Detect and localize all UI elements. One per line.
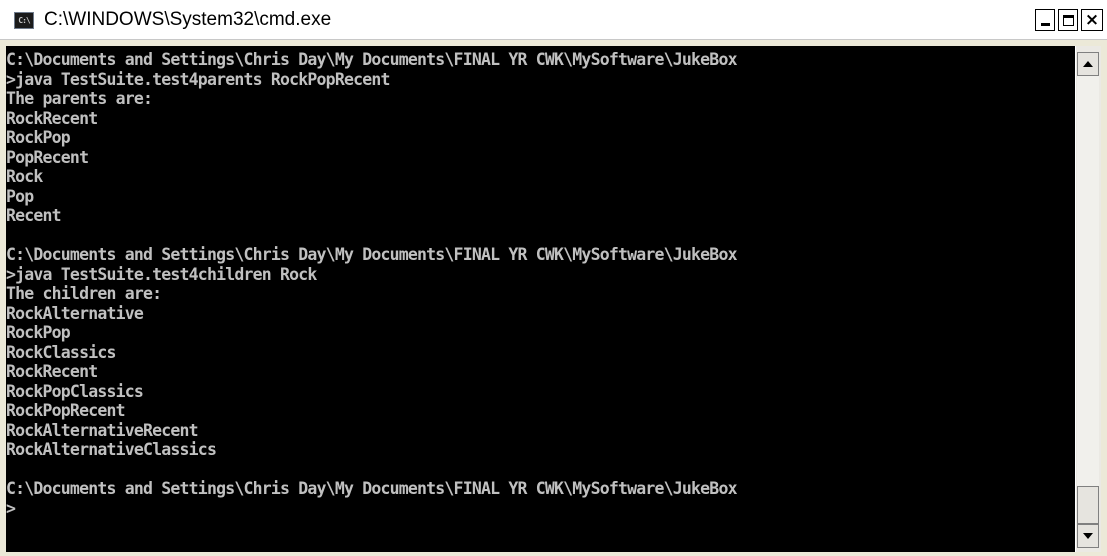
scrollbar-track[interactable] bbox=[1077, 76, 1099, 524]
vertical-scrollbar[interactable] bbox=[1075, 46, 1101, 552]
cmd-window: C:\ C:\WINDOWS\System32\cmd.exe × C:\Doc… bbox=[0, 0, 1107, 556]
console-line: RockRecent bbox=[6, 108, 98, 128]
console-line: Rock bbox=[6, 167, 43, 186]
console-line: RockRecent bbox=[6, 362, 98, 381]
console-line: C:\Documents and Settings\Chris Day\My D… bbox=[6, 245, 738, 264]
maximize-button[interactable] bbox=[1058, 9, 1078, 31]
console-line: RockClassics bbox=[6, 342, 116, 362]
console-line: RockAlternativeClassics bbox=[6, 440, 217, 459]
scrollbar-thumb[interactable] bbox=[1077, 486, 1099, 524]
console-line: The parents are: bbox=[6, 89, 153, 108]
minimize-icon bbox=[1040, 23, 1050, 26]
console-line: > bbox=[6, 498, 16, 518]
window-title: C:\WINDOWS\System32\cmd.exe bbox=[44, 9, 332, 30]
console-line: RockPop bbox=[6, 323, 71, 342]
console-line: RockPopClassics bbox=[6, 381, 144, 401]
console-line: Recent bbox=[6, 206, 62, 225]
arrow-up-icon bbox=[1083, 61, 1093, 67]
console-line: Pop bbox=[6, 186, 34, 206]
console-line: C:\Documents and Settings\Chris Day\My D… bbox=[6, 50, 738, 69]
console-output-area[interactable]: C:\Documents and Settings\Chris Day\My D… bbox=[6, 46, 1075, 552]
close-button[interactable]: × bbox=[1081, 9, 1103, 31]
console-line: >java TestSuite.test4parents RockPopRece… bbox=[6, 69, 390, 89]
cmd-app-icon[interactable]: C:\ bbox=[14, 12, 34, 29]
scroll-down-button[interactable] bbox=[1077, 524, 1099, 548]
console-line: RockAlternativeRecent bbox=[6, 420, 199, 440]
minimize-button[interactable] bbox=[1035, 9, 1055, 31]
console-line: RockPopRecent bbox=[6, 401, 126, 420]
title-bar[interactable]: C:\ C:\WINDOWS\System32\cmd.exe × bbox=[0, 0, 1107, 40]
close-icon: × bbox=[1084, 9, 1100, 30]
scroll-up-button[interactable] bbox=[1077, 52, 1099, 76]
console-line: The children are: bbox=[6, 284, 162, 303]
maximize-icon bbox=[1062, 14, 1074, 26]
console-text: C:\Documents and Settings\Chris Day\My D… bbox=[6, 50, 738, 518]
console-line: RockAlternative bbox=[6, 303, 144, 323]
console-line: PopRecent bbox=[6, 147, 89, 167]
console-line: RockPop bbox=[6, 128, 71, 147]
console-line: C:\Documents and Settings\Chris Day\My D… bbox=[6, 479, 738, 498]
arrow-down-icon bbox=[1083, 533, 1093, 539]
console-line: >java TestSuite.test4children Rock bbox=[6, 264, 317, 284]
